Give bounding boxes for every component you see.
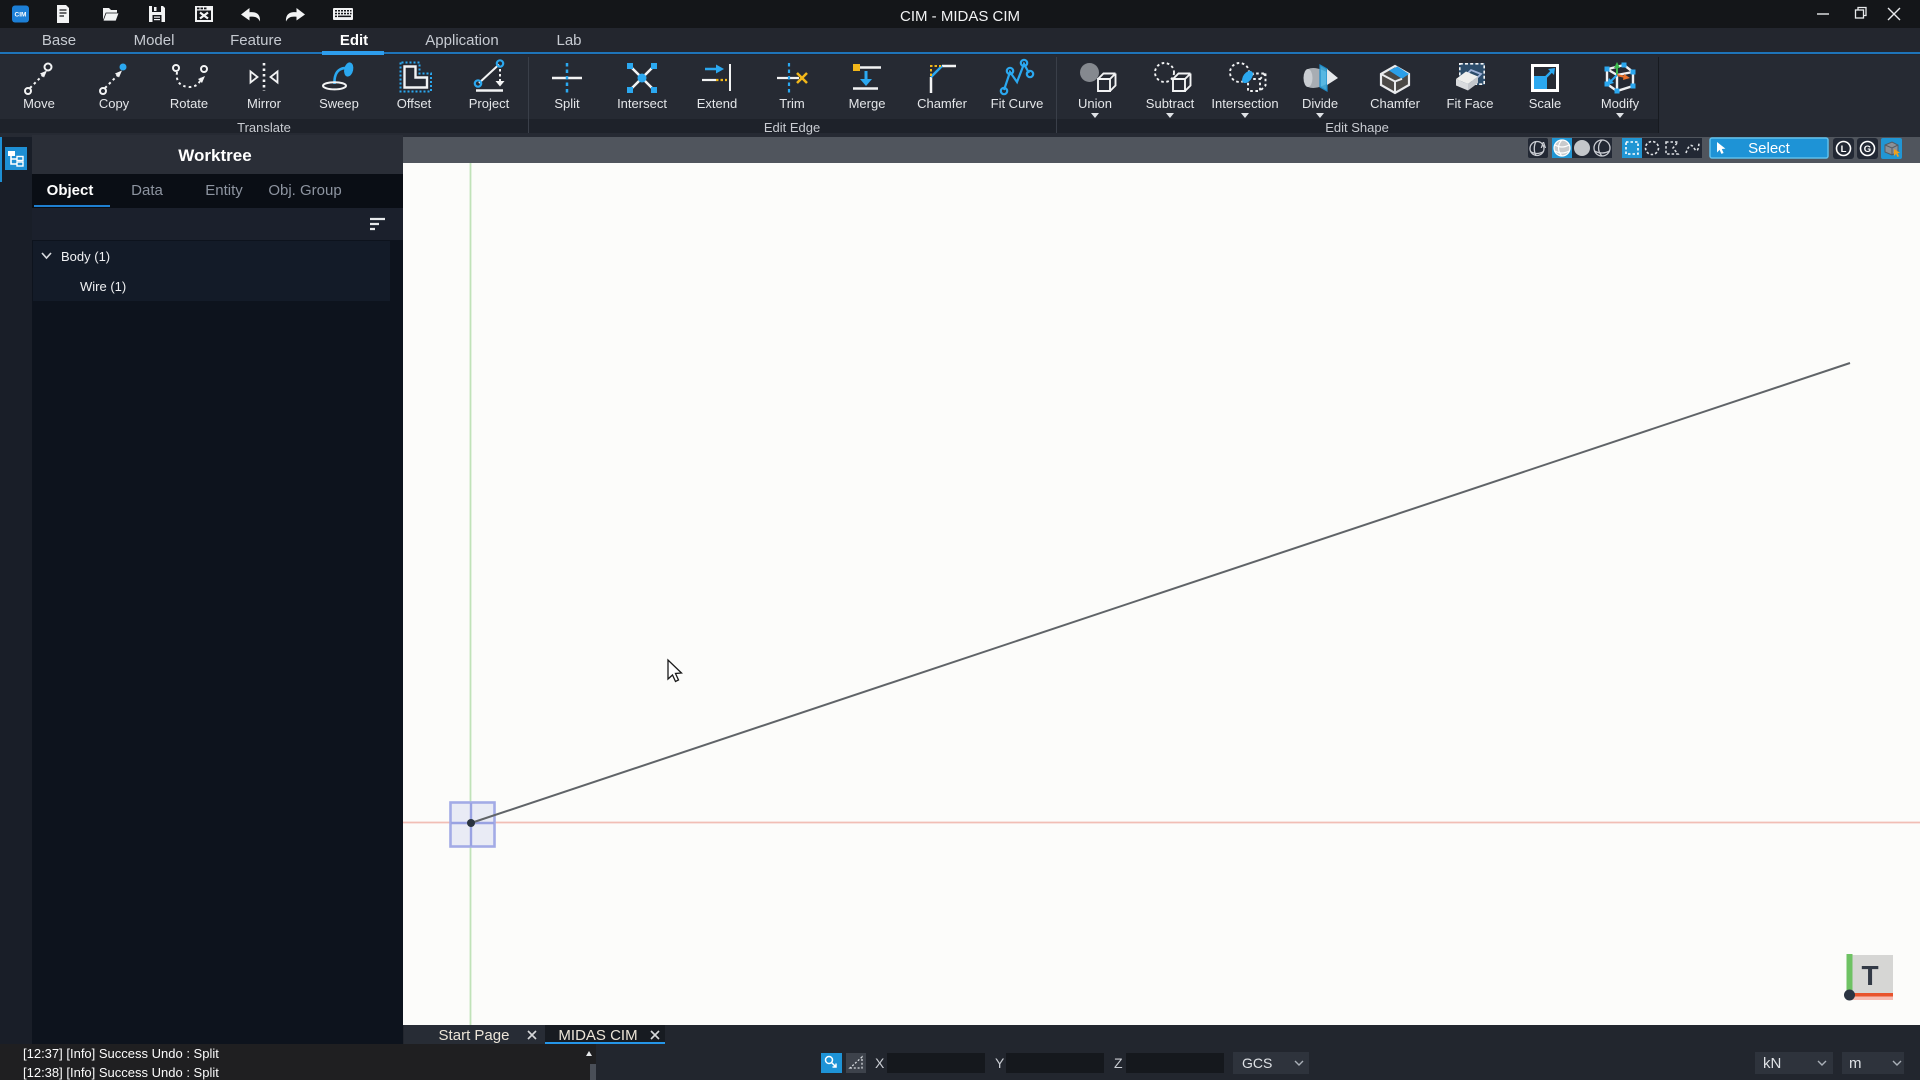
svg-text:kN: kN [1763,1055,1781,1072]
svg-text:GCS: GCS [1242,1055,1272,1071]
svg-text:A: A [1541,141,1547,150]
svg-text:Z: Z [1114,1055,1123,1071]
svg-text:m: m [1849,1055,1862,1072]
svg-text:L: L [1841,144,1847,155]
svg-text:Y: Y [995,1055,1005,1071]
svg-text:Select: Select [1748,140,1791,157]
svg-text:CIM: CIM [15,12,27,19]
svg-text:G: G [1864,144,1871,155]
svg-text:T: T [1861,960,1878,991]
svg-text:X: X [875,1055,885,1071]
